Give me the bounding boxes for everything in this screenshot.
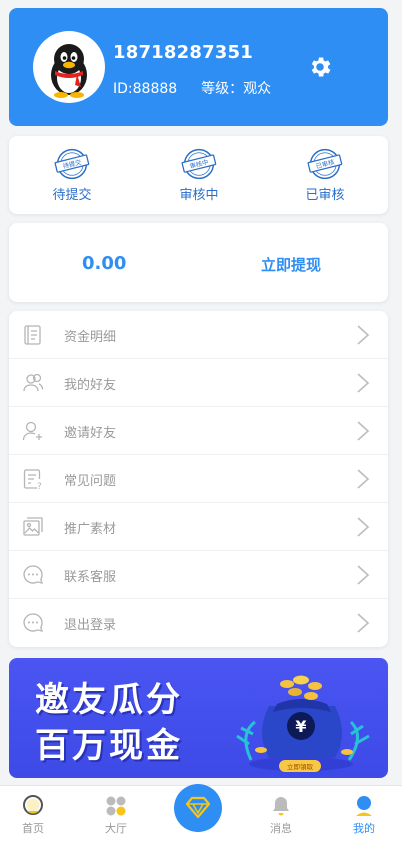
tab-label: 大厅	[105, 822, 127, 835]
invite-user-icon	[22, 421, 42, 441]
user-phone: 18718287351	[113, 42, 253, 63]
tab-label: 消息	[270, 822, 292, 835]
tab-home[interactable]: 首页	[0, 786, 68, 845]
svg-text:?: ?	[37, 482, 42, 491]
user-info-line: ID:88888 等级：观众	[113, 78, 271, 98]
money-bag-illustration: ¥ 立即領取	[236, 675, 370, 772]
ledger-icon	[24, 325, 41, 345]
stamp-icon: 已审核	[307, 148, 343, 180]
tab-messages[interactable]: 消息	[246, 786, 316, 845]
user-icon	[356, 796, 372, 816]
banner-headline-2: 百万现金	[35, 726, 183, 766]
tab-mine[interactable]: 我的	[329, 786, 399, 845]
penguin-avatar-icon	[51, 44, 87, 98]
image-gallery-icon	[23, 517, 43, 536]
status-item-reviewing[interactable]: 审核中 审核中	[149, 146, 249, 203]
chevron-right-icon	[357, 421, 370, 441]
tab-label: 我的	[353, 822, 375, 835]
svg-text:¥: ¥	[295, 717, 306, 736]
menu-item-fund-details[interactable]: 资金明细	[9, 311, 388, 359]
menu-item-label: 推广素材	[64, 522, 117, 537]
chat-bubble-icon	[23, 613, 43, 632]
chevron-right-icon	[357, 373, 370, 393]
menu-item-label: 常见问题	[64, 474, 117, 489]
chevron-right-icon	[357, 325, 370, 345]
friends-icon	[23, 373, 44, 392]
withdraw-button[interactable]: 立即提现	[261, 254, 321, 275]
invite-promo-banner[interactable]: 邀友瓜分 百万现金 ¥ 立即領取	[9, 658, 388, 778]
chevron-right-icon	[357, 565, 370, 585]
menu-item-label: 联系客服	[64, 570, 117, 585]
stamp-icon: 审核中	[181, 148, 217, 180]
home-bubble-icon	[23, 795, 43, 815]
chat-bubble-icon	[23, 565, 43, 584]
status-item-approved[interactable]: 已审核 已审核	[275, 146, 375, 203]
chevron-right-icon	[357, 517, 370, 537]
svg-text:立即領取: 立即領取	[287, 762, 314, 771]
bottom-tab-bar: 首页 大厅 消息 我的	[0, 784, 402, 845]
wallet-card: 0.00 立即提现	[9, 223, 388, 302]
menu-item-my-friends[interactable]: 我的好友	[9, 359, 388, 407]
review-status-card: 待提交 待提交 审核中 审核中 已审核 已审核	[9, 136, 388, 214]
status-item-pending[interactable]: 待提交 待提交	[22, 146, 122, 203]
settings-gear-icon[interactable]	[307, 54, 333, 80]
user-level: 等级：观众	[201, 81, 272, 97]
tab-center-diamond[interactable]	[174, 784, 222, 832]
bell-icon	[273, 797, 289, 816]
chevron-right-icon	[357, 469, 370, 489]
tab-hall[interactable]: 大厅	[81, 786, 151, 845]
menu-list: 资金明细 我的好友 邀请好友 ? 常见问题 推广素材 联系客服 退出登录	[9, 311, 388, 647]
tab-label: 首页	[22, 822, 44, 835]
user-id: ID:88888	[113, 81, 178, 97]
status-label: 待提交	[52, 188, 92, 203]
menu-item-contact-support[interactable]: 联系客服	[9, 551, 388, 599]
hall-dots-icon	[106, 796, 126, 816]
menu-item-label: 邀请好友	[64, 426, 117, 441]
faq-icon: ?	[23, 469, 42, 491]
profile-card: 18718287351 ID:88888 等级：观众	[9, 8, 388, 126]
menu-item-invite-friends[interactable]: 邀请好友	[9, 407, 388, 455]
menu-item-promo-materials[interactable]: 推广素材	[9, 503, 388, 551]
balance-amount: 0.00	[82, 253, 127, 274]
status-label: 已审核	[305, 188, 345, 203]
stamp-icon: 待提交	[54, 148, 90, 180]
status-label: 审核中	[179, 188, 219, 203]
menu-item-label: 资金明细	[64, 330, 117, 345]
menu-item-logout[interactable]: 退出登录	[9, 599, 388, 647]
diamond-icon	[185, 796, 211, 819]
banner-headline-1: 邀友瓜分	[35, 680, 183, 720]
avatar[interactable]	[33, 31, 105, 103]
chevron-right-icon	[357, 613, 370, 633]
menu-item-label: 我的好友	[64, 378, 117, 393]
menu-item-label: 退出登录	[64, 618, 117, 633]
menu-item-faq[interactable]: ? 常见问题	[9, 455, 388, 503]
